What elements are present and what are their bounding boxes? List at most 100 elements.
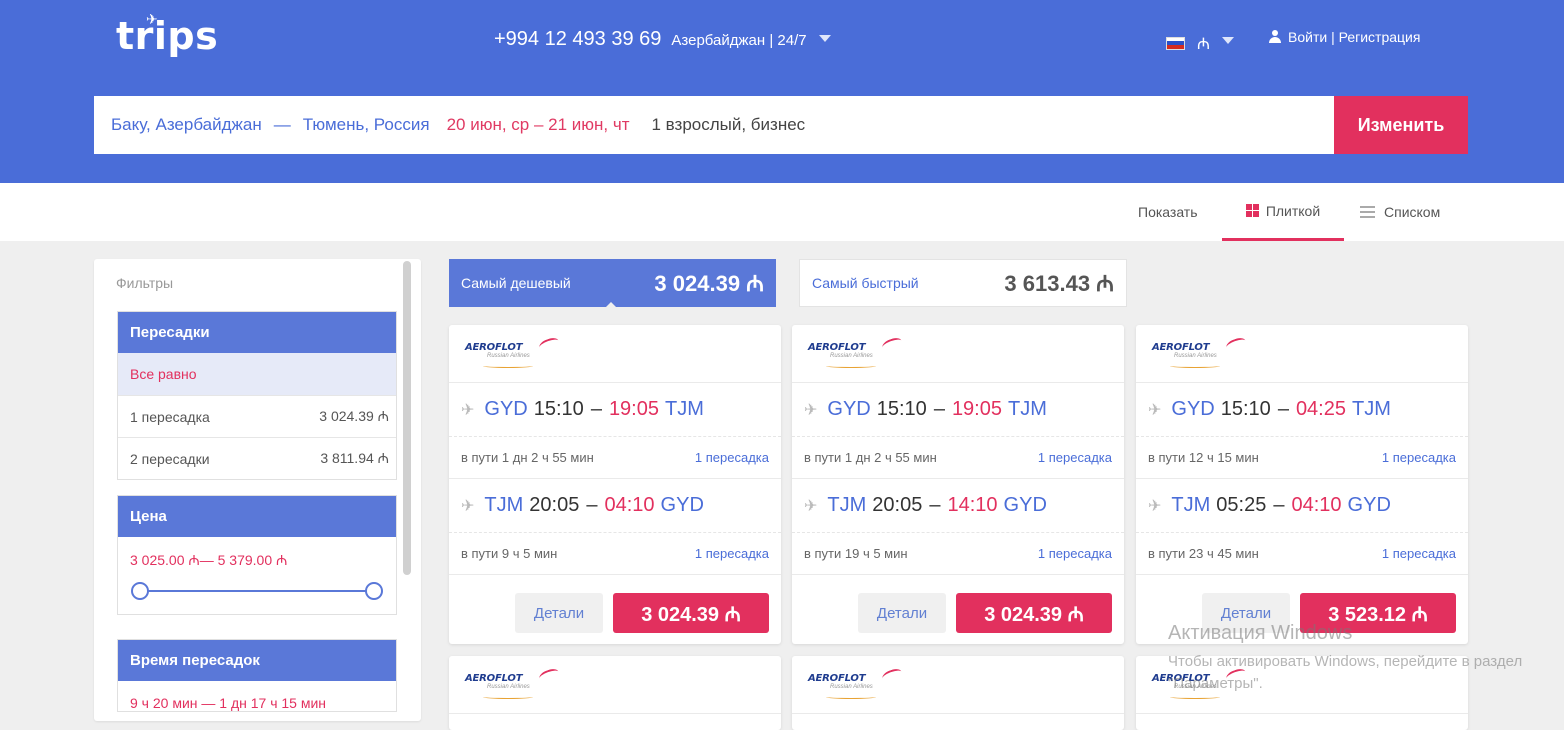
language-currency-selector[interactable]: ₼ bbox=[1166, 32, 1234, 54]
leg-from-code: TJM bbox=[1171, 494, 1211, 516]
leg-arrival-time: 04:10 bbox=[1291, 494, 1342, 516]
phone-number: +994 12 493 39 69 bbox=[494, 28, 662, 50]
price-range-text: 3 025.00 ₼— 5 379.00 ₼ bbox=[130, 552, 288, 568]
transfer-time-filter: Время пересадок 9 ч 20 мин — 1 дн 17 ч 1… bbox=[117, 639, 397, 712]
price-filter: Цена 3 025.00 ₼— 5 379.00 ₼ bbox=[117, 495, 397, 615]
user-icon bbox=[1268, 30, 1282, 44]
details-button[interactable]: Детали bbox=[515, 593, 603, 633]
leg-dash: – bbox=[586, 494, 598, 516]
leg-to-code: TJM bbox=[1008, 398, 1047, 420]
card-actions: Детали 3 024.39 ₼ bbox=[792, 575, 1124, 644]
leg-duration: в пути 23 ч 45 мин bbox=[1148, 546, 1259, 561]
transfer-time-filter-heading: Время пересадок bbox=[118, 640, 396, 681]
tab-cheapest[interactable]: Самый дешевый 3 024.39 ₼ bbox=[449, 259, 776, 308]
leg-dash: – bbox=[1273, 494, 1285, 516]
aeroflot-logo: AEROFLOT Russian Airlines bbox=[808, 335, 904, 368]
leg-arrival-time: 14:10 bbox=[947, 494, 998, 516]
transfers-option-1[interactable]: 1 пересадка 3 024.39 ₼ bbox=[118, 395, 396, 437]
leg-stops-link[interactable]: 1 пересадка bbox=[695, 546, 769, 561]
leg-meta: в пути 9 ч 5 мин 1 пересадка bbox=[449, 533, 781, 575]
search-from: Баку, Азербайджан bbox=[111, 115, 262, 134]
leg-to-code: TJM bbox=[665, 398, 704, 420]
leg-from-code: GYD bbox=[484, 398, 528, 420]
view-list-button[interactable]: Списком bbox=[1360, 183, 1440, 241]
leg-stops-link[interactable]: 1 пересадка bbox=[1038, 450, 1112, 465]
airline-logo-sub: Russian Airlines bbox=[1174, 353, 1217, 359]
phone-region: Азербайджан | 24/7 bbox=[671, 32, 807, 49]
leg-arrival-time: 19:05 bbox=[608, 398, 659, 420]
flight-card: AEROFLOT Russian Airlines bbox=[792, 656, 1124, 730]
leg-duration: в пути 1 дн 2 ч 55 мин bbox=[461, 450, 594, 465]
price-button[interactable]: 3 024.39 ₼ bbox=[613, 593, 769, 633]
search-passengers: 1 взрослый, бизнес bbox=[651, 115, 806, 134]
currency-symbol: ₼ bbox=[1197, 36, 1210, 53]
logo-swoosh bbox=[537, 666, 561, 684]
outbound-leg: ✈ GYD 15:10–04:25 TJM bbox=[1136, 383, 1468, 437]
logo-line bbox=[1170, 364, 1220, 368]
leg-duration: в пути 1 дн 2 ч 55 мин bbox=[804, 450, 937, 465]
price-button[interactable]: 3 024.39 ₼ bbox=[956, 593, 1112, 633]
airplane-icon: ✈ bbox=[1148, 497, 1162, 515]
trips-logo[interactable]: trips ✈ bbox=[116, 12, 218, 58]
search-summary[interactable]: Баку, Азербайджан — Тюмень, Россия 20 ию… bbox=[94, 96, 1334, 154]
return-leg: ✈ TJM 20:05–14:10 GYD bbox=[792, 479, 1124, 533]
view-label: Показать bbox=[1138, 204, 1198, 220]
filters-panel: Фильтры Пересадки Все равно 1 пересадка … bbox=[94, 259, 421, 721]
login-register-link[interactable]: Войти | Регистрация bbox=[1268, 29, 1420, 45]
leg-departure-time: 05:25 bbox=[1216, 494, 1267, 516]
leg-duration: в пути 19 ч 5 мин bbox=[804, 546, 908, 561]
watermark-title: Активация Windows bbox=[1168, 622, 1353, 644]
leg-meta: в пути 12 ч 15 мин 1 пересадка bbox=[1136, 437, 1468, 479]
search-dates: 20 июн, ср – 21 июн, чт bbox=[446, 115, 630, 134]
filters-scrollbar[interactable] bbox=[403, 261, 411, 575]
aeroflot-logo: AEROFLOT Russian Airlines bbox=[465, 666, 561, 699]
logo-swoosh bbox=[880, 666, 904, 684]
leg-stops-link[interactable]: 1 пересадка bbox=[1382, 546, 1456, 561]
leg-from-code: GYD bbox=[827, 398, 871, 420]
leg-arrival-time: 19:05 bbox=[951, 398, 1002, 420]
leg-stops-link[interactable]: 1 пересадка bbox=[1038, 546, 1112, 561]
transfers-option-label: 2 пересадки bbox=[130, 450, 210, 467]
leg-to-code: GYD bbox=[1347, 494, 1391, 516]
leg-from-code: TJM bbox=[827, 494, 867, 516]
leg-dash: – bbox=[929, 494, 941, 516]
windows-activation-watermark: Активация Windows Чтобы активировать Win… bbox=[1168, 622, 1528, 695]
view-list-label: Списком bbox=[1384, 204, 1441, 220]
price-slider-min-handle[interactable] bbox=[131, 582, 149, 600]
airline-logo-word: AEROFLOT bbox=[1152, 342, 1210, 353]
airline-logo-sub: Russian Airlines bbox=[487, 684, 530, 690]
airplane-icon: ✈ bbox=[461, 401, 475, 419]
transfers-option-2[interactable]: 2 пересадки 3 811.94 ₼ bbox=[118, 437, 396, 479]
flight-card: AEROFLOT Russian Airlines ✈ GYD 15:10–19:05 T… bbox=[449, 325, 781, 644]
search-to: Тюмень, Россия bbox=[302, 115, 430, 134]
flight-card: AEROFLOT Russian Airlines bbox=[449, 656, 781, 730]
transfers-option-any[interactable]: Все равно bbox=[118, 353, 396, 395]
price-slider[interactable] bbox=[118, 570, 396, 614]
leg-duration: в пути 9 ч 5 мин bbox=[461, 546, 558, 561]
details-button[interactable]: Детали bbox=[858, 593, 946, 633]
view-switch-bar: Показать Плиткой Списком bbox=[0, 183, 1564, 241]
view-tile-label: Плиткой bbox=[1265, 202, 1321, 219]
logo-swoosh bbox=[880, 335, 904, 353]
price-slider-max-handle[interactable] bbox=[365, 582, 383, 600]
transfers-option-label: Все равно bbox=[130, 366, 197, 382]
airline-logo-word: AEROFLOT bbox=[808, 673, 866, 684]
leg-stops-link[interactable]: 1 пересадка bbox=[695, 450, 769, 465]
view-tile-button[interactable]: Плиткой bbox=[1222, 183, 1344, 241]
leg-arrival-time: 04:25 bbox=[1295, 398, 1346, 420]
leg-dash: – bbox=[1277, 398, 1289, 420]
leg-meta: в пути 1 дн 2 ч 55 мин 1 пересадка bbox=[792, 437, 1124, 479]
phone-selector[interactable]: +994 12 493 39 69 Азербайджан | 24/7 bbox=[494, 28, 831, 51]
tab-fastest[interactable]: Самый быстрый 3 613.43 ₼ bbox=[799, 259, 1127, 307]
aeroflot-logo: AEROFLOT Russian Airlines bbox=[808, 666, 904, 699]
airline-logo-sub: Russian Airlines bbox=[830, 684, 873, 690]
change-search-button[interactable]: Изменить bbox=[1334, 96, 1468, 154]
account-label: Войти | Регистрация bbox=[1288, 29, 1421, 45]
tab-fastest-label: Самый быстрый bbox=[812, 275, 919, 291]
logo-line bbox=[826, 695, 876, 699]
logo-swoosh bbox=[537, 335, 561, 353]
search-separator: — bbox=[273, 115, 291, 134]
leg-stops-link[interactable]: 1 пересадка bbox=[1382, 450, 1456, 465]
leg-departure-time: 20:05 bbox=[529, 494, 580, 516]
logo-plane-icon: ✈ bbox=[146, 12, 159, 28]
